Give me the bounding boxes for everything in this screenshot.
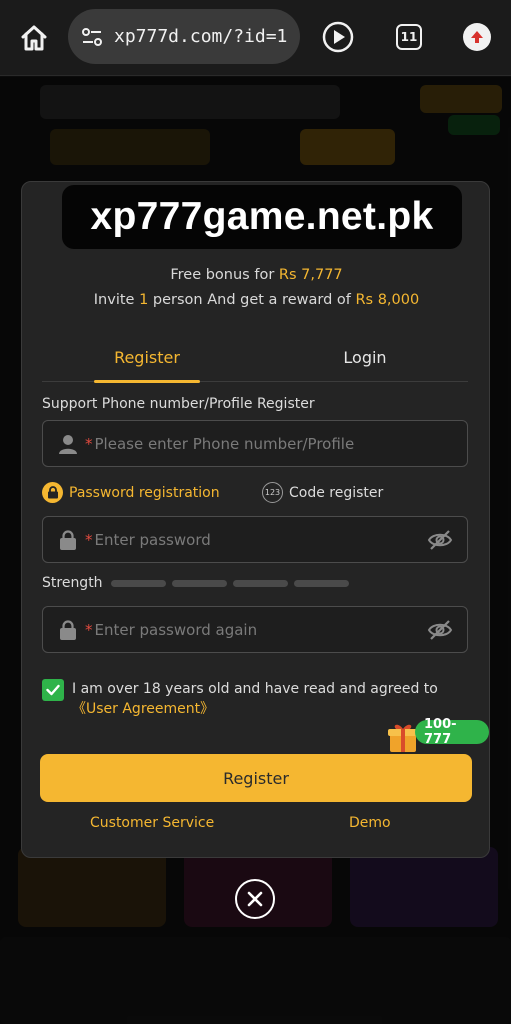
lock-icon — [42, 482, 63, 503]
register-button[interactable]: Register — [40, 754, 472, 802]
user-icon — [59, 434, 77, 454]
required-mark: * — [85, 434, 93, 453]
update-arrow-icon[interactable] — [463, 23, 491, 51]
gift-badge[interactable]: 100-777 — [415, 717, 489, 747]
checkmark-icon — [46, 684, 60, 696]
register-modal: xp777game.net.pk Free bonus for Rs 7,777… — [21, 181, 490, 858]
password-confirm-input[interactable]: * Enter password again — [42, 606, 468, 653]
code-register-option[interactable]: 123 Code register — [262, 482, 383, 503]
tune-icon[interactable] — [80, 25, 104, 49]
phone-label: Support Phone number/Profile Register — [42, 396, 315, 412]
strength-segment — [232, 579, 288, 587]
invite-count: 1 — [139, 292, 149, 308]
password-registration-label: Password registration — [69, 484, 220, 501]
password-placeholder: Enter password — [94, 530, 211, 549]
strength-label: Strength — [42, 575, 103, 591]
required-mark: * — [85, 620, 93, 639]
agreement-row: I am over 18 years old and have read and… — [42, 679, 452, 719]
promo-text: Free bonus for — [170, 267, 279, 283]
eye-off-icon[interactable] — [427, 528, 453, 552]
url-text: xp777d.com/?id=1 — [114, 26, 288, 47]
close-icon — [247, 891, 263, 907]
address-bar[interactable]: xp777d.com/?id=1 — [68, 9, 300, 64]
lock-icon — [60, 619, 76, 640]
password-confirm-placeholder: Enter password again — [94, 620, 258, 639]
customer-service-link[interactable]: Customer Service — [90, 815, 214, 831]
agree-text: I am over 18 years old and have read and… — [72, 681, 438, 697]
close-modal-button[interactable] — [235, 879, 275, 919]
eye-off-icon[interactable] — [427, 618, 453, 642]
agree-checkbox[interactable] — [42, 679, 64, 701]
home-icon[interactable] — [18, 22, 50, 54]
bonus-amount: Rs 7,777 — [278, 267, 343, 283]
reward-amount: Rs 8,000 — [355, 292, 420, 308]
tab-register[interactable]: Register — [67, 332, 227, 382]
promo-line-2: Invite 1 person And get a reward of Rs 8… — [22, 292, 489, 308]
banner-text: xp777game.net.pk — [90, 195, 434, 238]
code-register-label: Code register — [289, 484, 384, 501]
phone-input[interactable]: * Please enter Phone number/Profile — [42, 420, 468, 467]
lock-icon — [60, 529, 76, 550]
strength-segment — [110, 579, 166, 587]
gift-icon[interactable] — [386, 720, 420, 754]
password-input[interactable]: * Enter password — [42, 516, 468, 563]
arrow-up-icon — [471, 31, 483, 43]
promo-text: Invite — [93, 292, 140, 308]
promo-line-1: Free bonus for Rs 7,777 — [22, 267, 489, 283]
browser-toolbar: xp777d.com/?id=1 11 — [0, 0, 511, 76]
play-icon[interactable] — [321, 20, 355, 54]
demo-link[interactable]: Demo — [349, 815, 391, 831]
site-banner: xp777game.net.pk — [62, 185, 462, 249]
auth-tabs: Register Login — [42, 332, 468, 382]
tab-login[interactable]: Login — [285, 332, 445, 382]
password-strength: Strength — [42, 575, 349, 591]
strength-segment — [171, 579, 227, 587]
code-123-icon: 123 — [262, 482, 283, 503]
promo-text: person And get a reward of — [148, 292, 356, 308]
phone-placeholder: Please enter Phone number/Profile — [94, 434, 355, 453]
required-mark: * — [85, 530, 93, 549]
strength-segment — [293, 579, 349, 587]
tab-count-icon[interactable]: 11 — [396, 24, 422, 50]
user-agreement-link[interactable]: 《User Agreement》 — [72, 701, 214, 717]
password-registration-option[interactable]: Password registration — [42, 482, 220, 503]
